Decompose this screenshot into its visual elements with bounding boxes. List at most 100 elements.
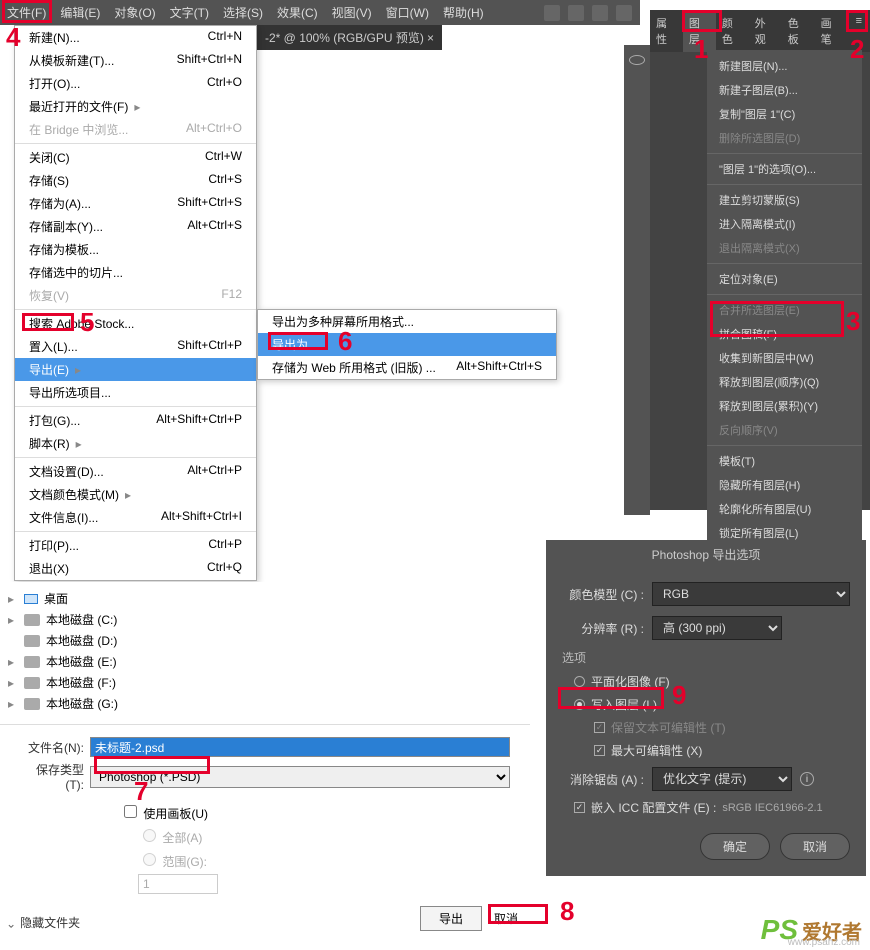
- file-menu-item[interactable]: 导出所选项目...: [15, 381, 256, 404]
- layer-menu-item[interactable]: 释放到图层(累积)(Y): [707, 394, 862, 418]
- drive-icon: [24, 698, 40, 710]
- icc-profile-value: sRGB IEC61966-2.1: [722, 802, 822, 814]
- drive-icon: [24, 614, 40, 626]
- filename-label: 文件名(N):: [20, 739, 84, 756]
- export-menu-item[interactable]: 存储为 Web 所用格式 (旧版) ...Alt+Shift+Ctrl+S: [258, 356, 556, 379]
- menu-effect[interactable]: 效果(C): [270, 0, 325, 25]
- layer-menu-item[interactable]: 隐藏所有图层(H): [707, 473, 862, 497]
- filetype-select[interactable]: Photoshop (*.PSD): [90, 766, 510, 788]
- preserve-text-checkbox: 保留文本可编辑性 (T): [546, 716, 866, 739]
- file-menu-item[interactable]: 关闭(C)Ctrl+W: [15, 146, 256, 169]
- antialias-label: 消除锯齿 (A) :: [562, 771, 644, 788]
- filename-input[interactable]: [90, 737, 510, 757]
- layer-menu-item[interactable]: 建立剪切蒙版(S): [707, 188, 862, 212]
- document-tab[interactable]: -2* @ 100% (RGB/GPU 预览) ×: [257, 25, 442, 50]
- layer-menu-item[interactable]: 复制"图层 1"(C): [707, 102, 862, 126]
- use-artboard-label: 使用画板(U): [143, 807, 208, 821]
- tree-node[interactable]: ▸本地磁盘 (C:): [0, 609, 530, 630]
- tree-node[interactable]: ▸本地磁盘 (F:): [0, 672, 530, 693]
- eye-icon[interactable]: [629, 55, 645, 65]
- file-menu-item[interactable]: 文档颜色模式(M): [15, 483, 256, 506]
- tree-node[interactable]: ▸本地磁盘 (E:): [0, 651, 530, 672]
- panel-menu-icon[interactable]: ≡: [848, 10, 870, 52]
- max-edit-checkbox[interactable]: 最大可编辑性 (X): [546, 739, 866, 762]
- toolbar-icon[interactable]: [544, 5, 560, 21]
- embed-icc-checkbox[interactable]: 嵌入 ICC 配置文件 (E) : sRGB IEC61966-2.1: [546, 796, 866, 819]
- export-menu-item[interactable]: 导出为...: [258, 333, 556, 356]
- file-menu-item[interactable]: 从模板新建(T)...Shift+Ctrl+N: [15, 49, 256, 72]
- file-menu-item[interactable]: 退出(X)Ctrl+Q: [15, 557, 256, 580]
- layer-menu-item[interactable]: 拼合图稿(F): [707, 322, 862, 346]
- antialias-select[interactable]: 优化文字 (提示): [652, 767, 792, 791]
- file-menu-item[interactable]: 存储选中的切片...: [15, 261, 256, 284]
- layer-menu-item[interactable]: 定位对象(E): [707, 267, 862, 291]
- export-button[interactable]: 导出: [420, 906, 482, 931]
- drive-icon: [24, 656, 40, 668]
- file-menu-dropdown: 新建(N)...Ctrl+N从模板新建(T)...Shift+Ctrl+N打开(…: [14, 25, 257, 581]
- layer-menu-item[interactable]: 模板(T): [707, 449, 862, 473]
- tree-node[interactable]: ▸桌面: [0, 588, 530, 609]
- file-menu-item[interactable]: 打开(O)...Ctrl+O: [15, 72, 256, 95]
- toolbar-icon[interactable]: [592, 5, 608, 21]
- tab-layers[interactable]: 图层: [683, 10, 716, 52]
- file-menu-item[interactable]: 存储为(A)...Shift+Ctrl+S: [15, 192, 256, 215]
- layer-menu-item[interactable]: 进入隔离模式(I): [707, 212, 862, 236]
- file-menu-item[interactable]: 最近打开的文件(F): [15, 95, 256, 118]
- menu-select[interactable]: 选择(S): [216, 0, 270, 25]
- file-menu-item[interactable]: 文档设置(D)...Alt+Ctrl+P: [15, 460, 256, 483]
- file-menu-item[interactable]: 搜索 Adobe Stock...: [15, 312, 256, 335]
- range-label: 范围(G):: [162, 855, 207, 869]
- tree-node[interactable]: ▸本地磁盘 (G:): [0, 693, 530, 714]
- use-artboard-checkbox[interactable]: [124, 805, 137, 818]
- menu-view[interactable]: 视图(V): [325, 0, 379, 25]
- layer-menu-item: 退出隔离模式(X): [707, 236, 862, 260]
- file-menu-item[interactable]: 打印(P)...Ctrl+P: [15, 534, 256, 557]
- menu-file[interactable]: 文件(F): [0, 0, 53, 25]
- resolution-label: 分辨率 (R) :: [562, 620, 644, 637]
- file-menu-item[interactable]: 新建(N)...Ctrl+N: [15, 26, 256, 49]
- cancel-button[interactable]: 取消: [780, 833, 850, 860]
- layer-menu-item[interactable]: 收集到新图层中(W): [707, 346, 862, 370]
- file-menu-item[interactable]: 导出(E): [15, 358, 256, 381]
- layer-menu-item[interactable]: 释放到图层(顺序)(Q): [707, 370, 862, 394]
- file-menu-item[interactable]: 文件信息(I)...Alt+Shift+Ctrl+I: [15, 506, 256, 529]
- menu-type[interactable]: 文字(T): [163, 0, 216, 25]
- file-menu-item[interactable]: 置入(L)...Shift+Ctrl+P: [15, 335, 256, 358]
- layer-menu-item[interactable]: 新建子图层(B)...: [707, 78, 862, 102]
- layer-menu-item[interactable]: 新建图层(N)...: [707, 54, 862, 78]
- tab-appearance[interactable]: 外观: [749, 10, 782, 52]
- color-model-select[interactable]: RGB: [652, 582, 850, 606]
- all-radio: [143, 829, 156, 842]
- layer-menu-item[interactable]: 轮廓化所有图层(U): [707, 497, 862, 521]
- menu-edit[interactable]: 编辑(E): [53, 0, 107, 25]
- tab-properties[interactable]: 属性: [650, 10, 683, 52]
- tab-brushes[interactable]: 画笔: [815, 10, 848, 52]
- file-menu-item[interactable]: 脚本(R): [15, 432, 256, 455]
- export-menu-item[interactable]: 导出为多种屏幕所用格式...: [258, 310, 556, 333]
- cancel-button[interactable]: 取消: [494, 910, 518, 927]
- file-menu-item[interactable]: 存储副本(Y)...Alt+Ctrl+S: [15, 215, 256, 238]
- tree-node[interactable]: 本地磁盘 (D:): [0, 630, 530, 651]
- menu-help[interactable]: 帮助(H): [436, 0, 491, 25]
- tab-color[interactable]: 颜色: [716, 10, 749, 52]
- filetype-label: 保存类型(T):: [20, 761, 84, 792]
- toolbar-icon[interactable]: [568, 5, 584, 21]
- flat-image-radio[interactable]: 平面化图像 (F): [546, 670, 866, 693]
- info-icon[interactable]: i: [800, 772, 814, 786]
- layer-visibility-column: [624, 45, 650, 515]
- ok-button[interactable]: 确定: [700, 833, 770, 860]
- hide-folders-toggle[interactable]: 隐藏文件夹: [6, 914, 80, 931]
- arrange-icon[interactable]: [616, 5, 632, 21]
- layer-menu-item: 合并所选图层(E): [707, 298, 862, 322]
- resolution-select[interactable]: 高 (300 ppi): [652, 616, 782, 640]
- menu-window[interactable]: 窗口(W): [379, 0, 436, 25]
- file-menu-item[interactable]: 存储(S)Ctrl+S: [15, 169, 256, 192]
- layer-menu-item: 反向顺序(V): [707, 418, 862, 442]
- file-menu-item[interactable]: 存储为模板...: [15, 238, 256, 261]
- menu-object[interactable]: 对象(O): [107, 0, 162, 25]
- layer-menu-item[interactable]: "图层 1"的选项(O)...: [707, 157, 862, 181]
- write-layers-radio[interactable]: 写入图层 (L): [546, 693, 866, 716]
- file-menu-item[interactable]: 打包(G)...Alt+Shift+Ctrl+P: [15, 409, 256, 432]
- close-tab-icon[interactable]: ×: [427, 31, 434, 45]
- tab-swatches[interactable]: 色板: [782, 10, 815, 52]
